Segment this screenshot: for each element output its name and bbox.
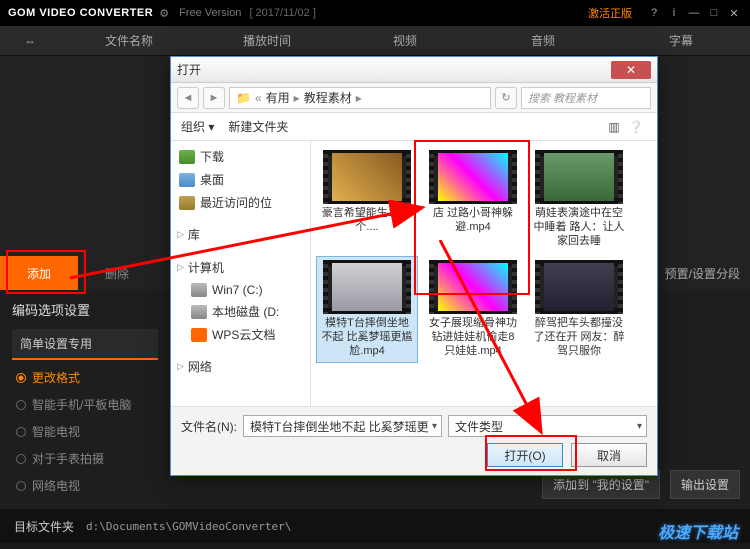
target-folder-label: 目标文件夹 bbox=[14, 518, 74, 535]
activate-link[interactable]: 激活正版 bbox=[588, 5, 632, 21]
app-logo: GOM VIDEO CONVERTER bbox=[8, 7, 153, 19]
radio-webtv[interactable]: 网络电视 bbox=[12, 472, 158, 499]
simple-settings-header: 简单设置专用 bbox=[12, 329, 158, 360]
file-name: 萌娃表演途中在空中睡着 路人：让人家回去睡 bbox=[532, 207, 626, 248]
organize-menu[interactable]: 组织 ▾ bbox=[181, 118, 214, 135]
new-folder-button[interactable]: 新建文件夹 bbox=[228, 118, 288, 135]
minimize-icon[interactable]: — bbox=[686, 6, 702, 20]
delete-button[interactable]: 删除 bbox=[78, 256, 156, 290]
add-button[interactable]: 添加 bbox=[0, 256, 78, 290]
column-headers: ⇔ 文件名称 播放时间 视频 音频 字幕 bbox=[0, 26, 750, 56]
refresh-icon[interactable]: ↻ bbox=[495, 87, 517, 109]
file-name: 豪言希望能生1000个.... bbox=[320, 207, 414, 235]
filename-label: 文件名(N): bbox=[181, 418, 237, 435]
radio-change-format[interactable]: 更改格式 bbox=[12, 364, 158, 391]
nav-wps[interactable]: WPS云文档 bbox=[171, 323, 310, 346]
dialog-footer: 文件名(N): 模特T台摔倒坐地不起 比奚梦瑶更▾ 文件类型▾ 打开(O) 取消 bbox=[171, 406, 657, 475]
col-sub[interactable]: 字幕 bbox=[612, 32, 750, 49]
search-input[interactable]: 搜索 教程素材 bbox=[521, 87, 651, 109]
crumb-a[interactable]: 有用 bbox=[266, 89, 290, 106]
nav-computer[interactable]: 计算机 bbox=[171, 255, 310, 280]
back-icon[interactable]: ◄ bbox=[177, 87, 199, 109]
file-name: 店 过路小哥神躲避.mp4 bbox=[426, 207, 520, 235]
file-thumb-icon bbox=[429, 260, 517, 314]
file-thumb-icon bbox=[323, 150, 411, 204]
help-icon[interactable]: ? bbox=[646, 6, 662, 20]
nav-recent[interactable]: 最近访问的位 bbox=[171, 191, 310, 214]
file-name: 醉驾把车头都撞没了还在开 网友：醉驾只服你 bbox=[532, 317, 626, 358]
file-name: 女子展现缩骨神功 钻进娃娃机偷走8只娃娃.mp4 bbox=[426, 317, 520, 358]
titlebar: GOM VIDEO CONVERTER ⚙ Free Version [ 201… bbox=[0, 0, 750, 26]
watermark: 极速下载站 bbox=[658, 519, 738, 543]
date-label: [ 2017/11/02 ] bbox=[249, 7, 315, 19]
maximize-icon[interactable]: □ bbox=[706, 6, 722, 20]
footer: 目标文件夹 d:\Documents\GOMVideoConverter\ bbox=[0, 509, 750, 543]
dialog-nav-tree[interactable]: 下载 桌面 最近访问的位 库 计算机 Win7 (C:) 本地磁盘 (D: WP… bbox=[171, 141, 311, 406]
nav-network[interactable]: 网络 bbox=[171, 354, 310, 379]
cancel-button[interactable]: 取消 bbox=[571, 443, 647, 467]
forward-icon[interactable]: ► bbox=[203, 87, 225, 109]
radio-smartphone[interactable]: 智能手机/平板电脑 bbox=[12, 391, 158, 418]
crumb-b[interactable]: 教程素材 bbox=[304, 89, 352, 106]
nav-desktop[interactable]: 桌面 bbox=[171, 168, 310, 191]
filetype-select[interactable]: 文件类型▾ bbox=[448, 415, 647, 437]
encoding-header: 编码选项设置 bbox=[12, 300, 158, 319]
close-icon[interactable]: ✕ bbox=[726, 6, 742, 20]
col-video[interactable]: 视频 bbox=[336, 32, 474, 49]
radio-smarttv[interactable]: 智能电视 bbox=[12, 418, 158, 445]
open-dialog: 打开 ✕ ◄ ► 📁« 有用▸ 教程素材▸ ↻ 搜索 教程素材 组织 ▾ 新建文… bbox=[170, 56, 658, 476]
nav-drive-c[interactable]: Win7 (C:) bbox=[171, 280, 310, 300]
version-label: Free Version bbox=[179, 7, 241, 19]
file-thumb-icon bbox=[535, 150, 623, 204]
file-list[interactable]: 豪言希望能生1000个.... 店 过路小哥神躲避.mp4 萌娃表演途中在空中睡着 … bbox=[311, 141, 657, 406]
nav-drive-d[interactable]: 本地磁盘 (D: bbox=[171, 300, 310, 323]
file-item[interactable]: 醉驾把车头都撞没了还在开 网友：醉驾只服你 bbox=[529, 257, 629, 361]
radio-watch[interactable]: 对于手表拍摄 bbox=[12, 445, 158, 472]
file-item[interactable]: 店 过路小哥神躲避.mp4 bbox=[423, 147, 523, 251]
target-folder-path: d:\Documents\GOMVideoConverter\ bbox=[86, 520, 291, 533]
col-name[interactable]: 文件名称 bbox=[60, 32, 198, 49]
gear-icon[interactable]: ⚙ bbox=[159, 7, 169, 20]
col-link[interactable]: ⇔ bbox=[0, 34, 60, 48]
col-time[interactable]: 播放时间 bbox=[198, 32, 336, 49]
info-icon[interactable]: i bbox=[666, 6, 682, 20]
file-item[interactable]: 萌娃表演途中在空中睡着 路人：让人家回去睡 bbox=[529, 147, 629, 251]
filename-input[interactable]: 模特T台摔倒坐地不起 比奚梦瑶更▾ bbox=[243, 415, 442, 437]
file-thumb-icon bbox=[535, 260, 623, 314]
view-icon[interactable]: ▥ bbox=[603, 120, 625, 134]
file-item[interactable]: 豪言希望能生1000个.... bbox=[317, 147, 417, 251]
file-thumb-icon bbox=[323, 260, 411, 314]
dialog-close-icon[interactable]: ✕ bbox=[611, 61, 651, 79]
help-dialog-icon[interactable]: ❔ bbox=[625, 120, 647, 134]
dialog-toolbar: 组织 ▾ 新建文件夹 ▥ ❔ bbox=[171, 113, 657, 141]
col-audio[interactable]: 音频 bbox=[474, 32, 612, 49]
breadcrumb[interactable]: 📁« 有用▸ 教程素材▸ bbox=[229, 87, 491, 109]
dialog-nav: ◄ ► 📁« 有用▸ 教程素材▸ ↻ 搜索 教程素材 bbox=[171, 83, 657, 113]
open-button[interactable]: 打开(O) bbox=[487, 443, 563, 467]
preset-button[interactable]: 预置/设置分段 bbox=[665, 265, 740, 282]
nav-library[interactable]: 库 bbox=[171, 222, 310, 247]
dialog-titlebar: 打开 ✕ bbox=[171, 57, 657, 83]
file-item[interactable]: 女子展现缩骨神功 钻进娃娃机偷走8只娃娃.mp4 bbox=[423, 257, 523, 361]
file-item[interactable]: 模特T台摔倒坐地不起 比奚梦瑶更尴尬.mp4 bbox=[317, 257, 417, 361]
nav-downloads[interactable]: 下载 bbox=[171, 145, 310, 168]
dialog-title: 打开 bbox=[177, 61, 611, 78]
file-thumb-icon bbox=[429, 150, 517, 204]
file-name: 模特T台摔倒坐地不起 比奚梦瑶更尴尬.mp4 bbox=[320, 317, 414, 358]
output-settings-button[interactable]: 输出设置 bbox=[670, 470, 740, 499]
